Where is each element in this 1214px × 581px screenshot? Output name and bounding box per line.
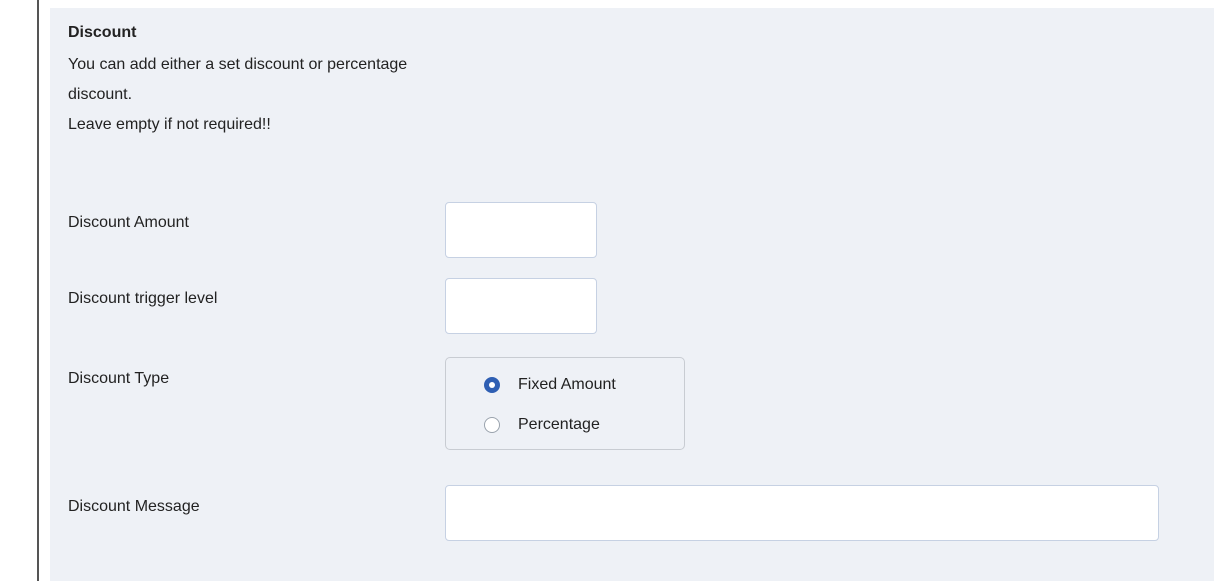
radio-label-percentage[interactable]: Percentage [518, 416, 600, 434]
discount-message-label: Discount Message [68, 498, 200, 515]
discount-message-input[interactable] [445, 485, 1159, 541]
discount-trigger-level-label: Discount trigger level [68, 290, 218, 307]
radio-unchecked-icon[interactable] [484, 417, 500, 433]
description-line-3: Leave empty if not required!! [68, 116, 271, 133]
discount-type-radio-group: Fixed Amount Percentage [445, 357, 685, 450]
description-line-2: discount. [68, 86, 133, 103]
discount-amount-input[interactable] [445, 202, 597, 258]
discount-type-label: Discount Type [68, 370, 170, 387]
section-heading: Discount [68, 24, 137, 41]
description-line-1: You can add either a set discount or per… [68, 56, 408, 73]
radio-checked-icon[interactable] [484, 377, 500, 393]
discount-amount-label: Discount Amount [68, 214, 189, 231]
discount-trigger-level-input[interactable] [445, 278, 597, 334]
radio-option-fixed-amount[interactable]: Fixed Amount [484, 374, 616, 396]
radio-option-percentage[interactable]: Percentage [484, 414, 600, 436]
left-divider [37, 0, 39, 581]
radio-label-fixed-amount[interactable]: Fixed Amount [518, 376, 616, 394]
